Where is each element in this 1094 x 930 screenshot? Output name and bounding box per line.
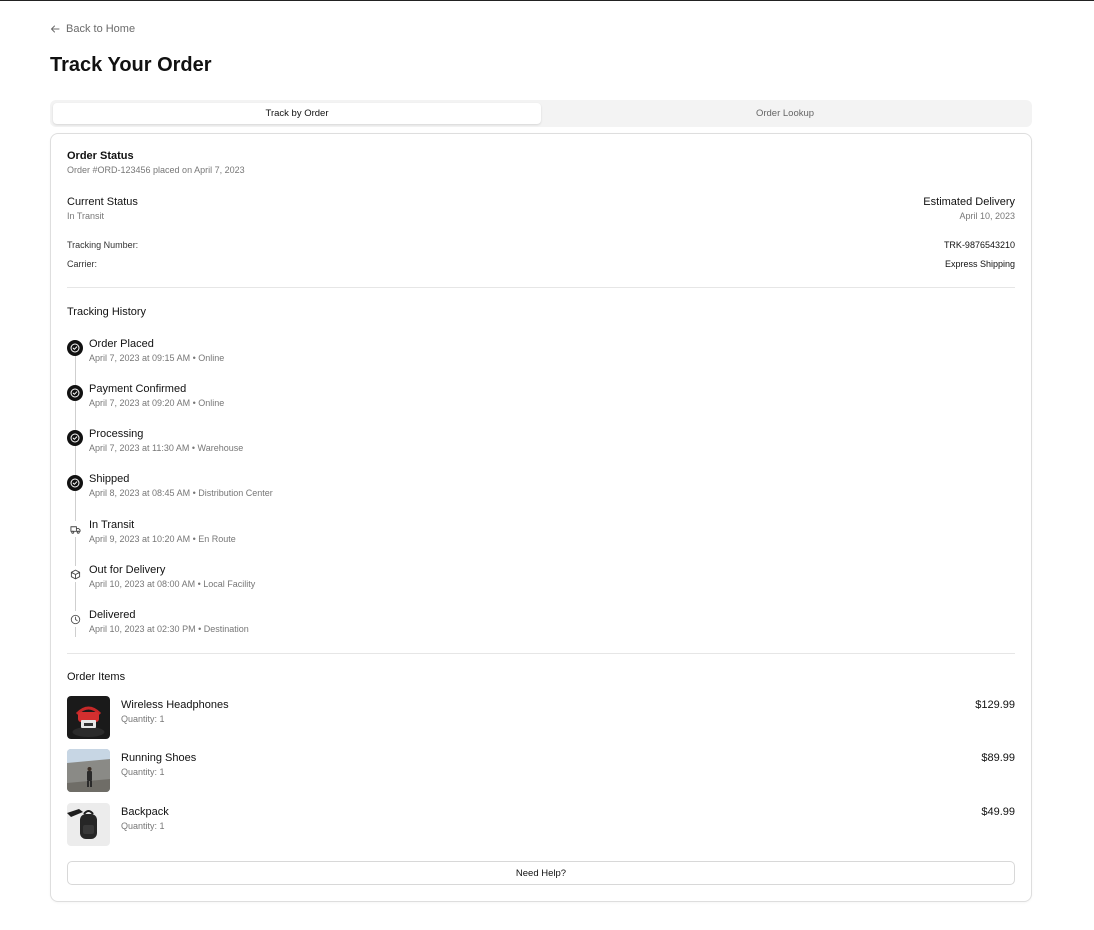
tracking-number-value: TRK-9876543210 [943,240,1015,250]
item-price: $129.99 [975,699,1015,711]
order-status-heading: Order Status [67,150,134,162]
timeline-item: In Transit April 9, 2023 at 10:20 AM • E… [67,519,667,549]
carrier-label: Carrier: [67,259,98,269]
item-name: Backpack [121,806,169,818]
timeline-item-title: Payment Confirmed [89,383,187,395]
check-circle-icon [67,385,83,401]
order-status-subheading: Order #ORD-123456 placed on April 7, 202… [67,165,245,175]
timeline-item-title: In Transit [89,519,135,531]
need-help-button[interactable]: Need Help? [67,861,1015,885]
estimated-delivery-label: Estimated Delivery [923,196,1015,208]
back-to-home-link[interactable]: Back to Home [50,23,135,35]
item-name: Running Shoes [121,752,197,764]
timeline-item: Processing April 7, 2023 at 11:30 AM • W… [67,428,667,458]
timeline-item-title: Shipped [89,473,130,485]
item-price: $89.99 [981,752,1015,764]
arrow-left-icon [51,25,60,33]
order-items-heading: Order Items [67,671,126,683]
timeline-item-title: Processing [89,428,144,440]
timeline-item: Delivered April 10, 2023 at 02:30 PM • D… [67,609,667,639]
clock-icon [67,611,83,627]
tab-order-lookup[interactable]: Order Lookup [541,103,1029,124]
page-title: Track Your Order [50,54,212,76]
timeline-item: Payment Confirmed April 7, 2023 at 09:20… [67,383,667,413]
timeline-item-title: Order Placed [89,338,154,350]
order-item: Wireless Headphones Quantity: 1 $129.99 [67,696,1015,740]
divider [67,287,1015,288]
item-price: $49.99 [981,806,1015,818]
timeline-item: Shipped April 8, 2023 at 08:45 AM • Dist… [67,473,667,503]
estimated-delivery-value: April 10, 2023 [959,211,1015,221]
product-image-headphones [67,696,110,739]
timeline-item-detail: April 10, 2023 at 02:30 PM • Destination [89,624,249,634]
tracking-number-label: Tracking Number: [67,240,139,250]
carrier-value: Express Shipping [944,259,1015,269]
tracking-history-heading: Tracking History [67,306,147,318]
tab-track-by-order[interactable]: Track by Order [53,103,541,124]
timeline-item: Order Placed April 7, 2023 at 09:15 AM •… [67,338,667,368]
timeline-item-detail: April 10, 2023 at 08:00 AM • Local Facil… [89,579,256,589]
timeline-item-detail: April 7, 2023 at 09:20 AM • Online [89,398,225,408]
check-circle-icon [67,430,83,446]
back-to-home-label: Back to Home [66,23,136,35]
product-image-backpack [67,803,110,846]
check-circle-icon [67,340,83,356]
current-status-label: Current Status [67,196,138,208]
tab-list: Track by Order Order Lookup [50,100,1032,127]
item-quantity: Quantity: 1 [121,767,165,777]
item-name: Wireless Headphones [121,699,229,711]
timeline-item: Out for Delivery April 10, 2023 at 08:00… [67,564,667,594]
timeline-item-detail: April 8, 2023 at 08:45 AM • Distribution… [89,488,273,498]
timeline-item-detail: April 7, 2023 at 09:15 AM • Online [89,353,225,363]
current-status-value: In Transit [67,211,105,221]
order-item: Running Shoes Quantity: 1 $89.99 [67,749,1015,793]
check-circle-icon [67,475,83,491]
item-quantity: Quantity: 1 [121,714,165,724]
truck-icon [67,521,83,537]
product-image-running-shoes [67,749,110,792]
divider [67,653,1015,654]
timeline-item-title: Delivered [89,609,136,621]
item-quantity: Quantity: 1 [121,821,165,831]
timeline-item-title: Out for Delivery [89,564,166,576]
order-card: Order Status Order #ORD-123456 placed on… [50,133,1032,902]
timeline-item-detail: April 7, 2023 at 11:30 AM • Warehouse [89,443,244,453]
timeline-item-detail: April 9, 2023 at 10:20 AM • En Route [89,534,236,544]
package-icon [67,566,83,582]
track-order-page: Back to Home Track Your Order Track by O… [0,1,1094,930]
order-item: Backpack Quantity: 1 $49.99 [67,803,1015,847]
